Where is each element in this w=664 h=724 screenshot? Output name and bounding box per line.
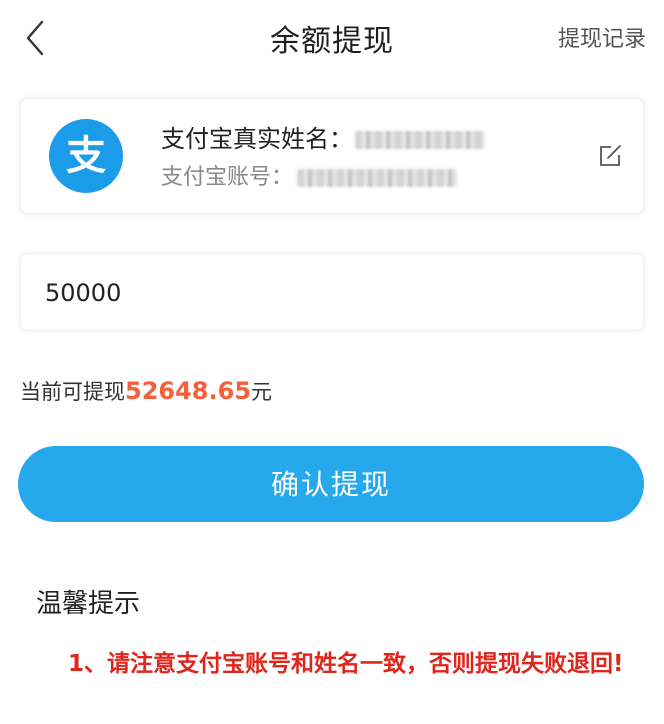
account-name-label: 支付宝真实姓名： [161, 125, 353, 153]
amount-input[interactable] [43, 272, 607, 314]
tips-title: 温馨提示 [36, 589, 141, 619]
header-bar: 余额提现 提现记录 [0, 0, 664, 74]
tip-item: 1、请注意支付宝账号和姓名一致，否则提现失败退回! [68, 651, 624, 677]
balance-prefix: 当前可提现 [20, 380, 125, 404]
withdraw-page: 余额提现 提现记录 支 支付宝真实姓名： 支付宝账号： 当前可提现52648.6… [0, 0, 664, 724]
edit-icon[interactable] [597, 143, 623, 169]
masked-account-number [297, 169, 458, 187]
account-number-label: 支付宝账号： [161, 165, 294, 190]
available-balance: 当前可提现52648.65元 [20, 376, 272, 406]
masked-name [355, 131, 485, 149]
balance-amount: 52648.65 [125, 377, 252, 405]
alipay-icon: 支 [49, 119, 123, 193]
alipay-logo-char: 支 [66, 133, 106, 179]
confirm-withdraw-button[interactable]: 确认提现 [18, 446, 644, 522]
account-number-row: 支付宝账号： [161, 159, 458, 191]
account-name-row: 支付宝真实姓名： [161, 119, 485, 154]
amount-field-container [20, 253, 644, 331]
withdraw-record-link[interactable]: 提现记录 [558, 21, 646, 53]
balance-unit: 元 [251, 380, 273, 404]
alipay-account-card[interactable]: 支 支付宝真实姓名： 支付宝账号： [20, 98, 644, 214]
